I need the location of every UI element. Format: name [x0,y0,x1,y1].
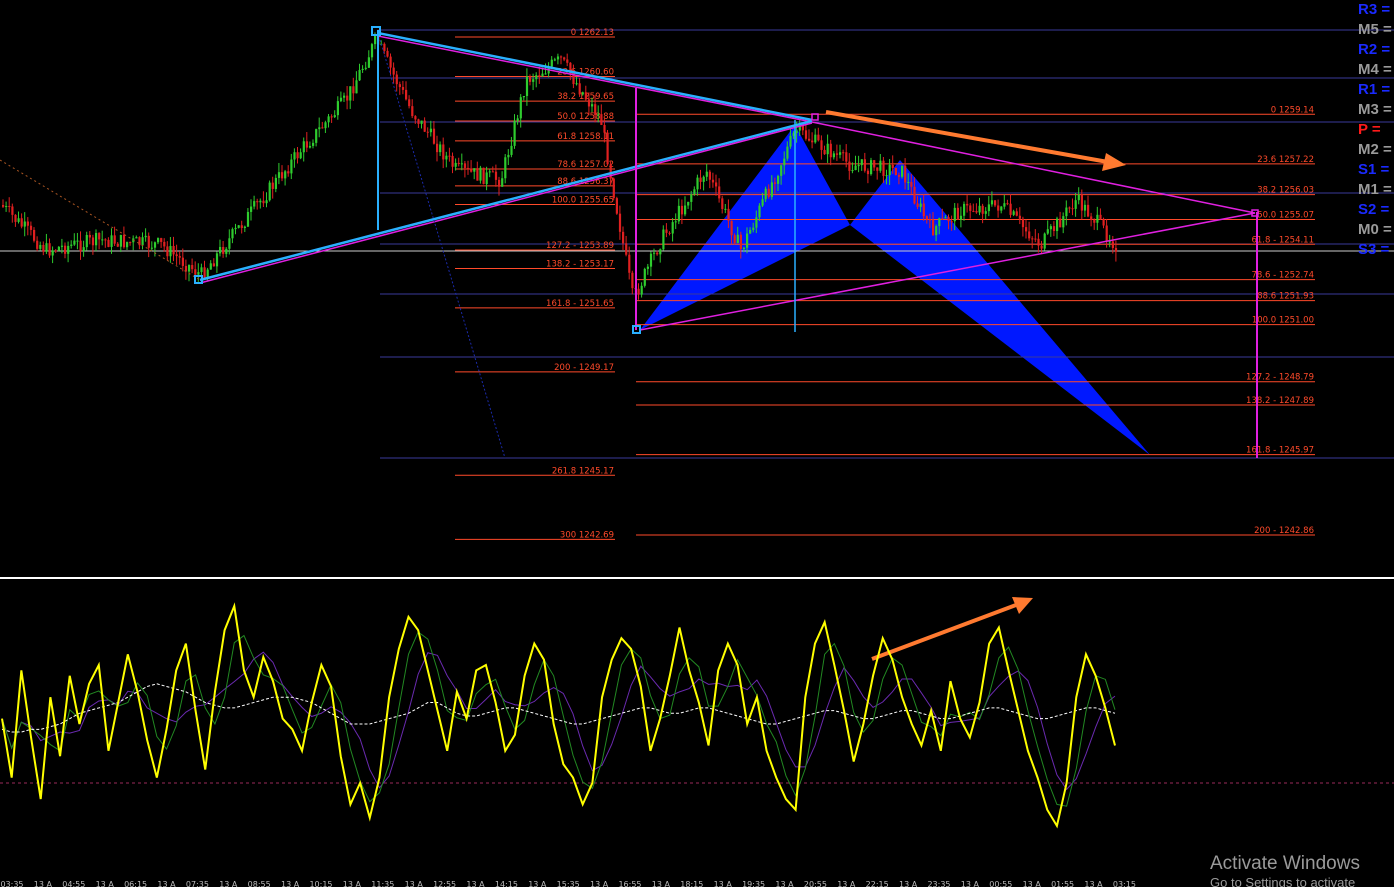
fib2-label-6: 88.6 1251.93 [1257,292,1314,302]
fib2-label-5: 78.6 - 1252.74 [1251,271,1314,281]
candle [612,177,615,201]
fib1-label-0: 0 1262.13 [571,28,614,38]
watermark-title: Activate Windows [1210,853,1360,874]
x-tick-label-9: 13 A [281,880,300,887]
x-tick-label-8: 08:55 [248,880,271,887]
fib2-label-2: 38.2 1256.03 [1257,186,1314,196]
candle [901,165,904,179]
fib2-label-11: 200 - 1242.86 [1254,526,1314,536]
pivot-label-s3: S3 = [1358,241,1390,258]
fib2-label-1: 23.6 1257.22 [1257,155,1314,165]
x-tick-label-23: 13 A [714,880,733,887]
pivot-label-m3: M3 = [1358,101,1392,118]
x-tick-label-13: 13 A [405,880,424,887]
x-tick-label-11: 13 A [343,880,362,887]
fib1-label-8: 127.2 - 1253.89 [546,241,614,251]
fib1-label-9: 138.2 - 1253.17 [546,260,614,270]
fib1-label-12: 261.8 1245.17 [552,466,614,476]
x-tick-label-18: 15:35 [557,880,580,887]
x-tick-label-4: 06:15 [124,880,147,887]
pivot-label-s1: S1 = [1358,161,1390,178]
x-tick-label-7: 13 A [219,880,238,887]
candle [615,196,618,215]
fib1-label-4: 61.8 1258.11 [557,132,614,142]
x-tick-label-1: 13 A [34,880,53,887]
fib1-label-5: 78.6 1257.02 [557,160,614,170]
x-tick-label-14: 12:55 [433,880,456,887]
x-tick-label-24: 19:35 [742,880,765,887]
pivot-label-s2: S2 = [1358,201,1390,218]
pivot-label-m5: M5 = [1358,21,1392,38]
x-tick-label-33: 13 A [1023,880,1042,887]
x-tick-label-12: 11:35 [371,880,394,887]
pivot-label-m2: M2 = [1358,141,1392,158]
watermark-subtitle: Go to Settings to activate [1210,875,1355,887]
x-tick-label-5: 13 A [157,880,176,887]
x-tick-label-20: 16:55 [618,880,641,887]
x-tick-label-26: 20:55 [804,880,827,887]
chart-background [0,0,1394,887]
candle [268,180,271,202]
x-tick-label-35: 13 A [1084,880,1103,887]
x-tick-label-36: 03:15 [1113,880,1136,887]
pivot-label-m1: M1 = [1358,181,1392,198]
x-tick-label-10: 10:15 [309,880,332,887]
x-tick-label-6: 07:35 [186,880,209,887]
x-tick-label-15: 13 A [466,880,485,887]
candle [482,167,485,185]
price-chart[interactable]: 0 1262.1323.6 1260.6038.2 1259.6550.0 12… [0,0,1394,887]
fib1-label-10: 161.8 - 1251.65 [546,299,614,309]
x-tick-label-30: 23:35 [927,880,950,887]
pivot-label-r1: R1 = [1358,81,1390,98]
pivot-label-r2: R2 = [1358,41,1390,58]
pivot-label-m0: M0 = [1358,221,1392,238]
pivot-label-p: P = [1358,121,1381,138]
candle [1043,232,1046,251]
candle [643,267,646,288]
fib2-label-0: 0 1259.14 [1271,105,1314,115]
x-tick-label-27: 13 A [837,880,856,887]
candle [894,167,897,176]
x-tick-label-32: 00:55 [989,880,1012,887]
fib2-label-3: 50.0 1255.07 [1257,210,1314,220]
x-tick-label-31: 13 A [961,880,980,887]
fib1-label-7: 100.0 1255.65 [552,195,614,205]
x-tick-label-2: 04:55 [62,880,85,887]
x-tick-label-16: 14:15 [495,880,518,887]
x-tick-label-25: 13 A [775,880,794,887]
x-tick-label-22: 18:15 [680,880,703,887]
fib1-label-3: 50.0 1258.88 [557,112,614,122]
pivot-label-r3: R3 = [1358,1,1390,18]
fib2-label-4: 61.8 - 1254.11 [1251,235,1314,245]
fib1-label-11: 200 - 1249.17 [554,363,614,373]
x-axis-ticks: 03:35 13 A 04:55 13 A 06:15 13 A 07:35 13 A 08:5… [0,880,1135,887]
candle [870,157,873,176]
x-tick-label-17: 13 A [528,880,547,887]
x-tick-label-34: 01:55 [1051,880,1074,887]
fib2-label-7: 100.0 1251.00 [1252,316,1314,326]
fib1-label-13: 300 1242.69 [560,530,614,540]
x-tick-label-21: 13 A [652,880,671,887]
pivot-label-m4: M4 = [1358,61,1392,78]
x-tick-label-19: 13 A [590,880,609,887]
x-tick-label-3: 13 A [96,880,115,887]
x-tick-label-29: 13 A [899,880,918,887]
x-tick-label-0: 03:35 [0,880,23,887]
candle [606,130,609,165]
x-tick-label-28: 22:15 [866,880,889,887]
